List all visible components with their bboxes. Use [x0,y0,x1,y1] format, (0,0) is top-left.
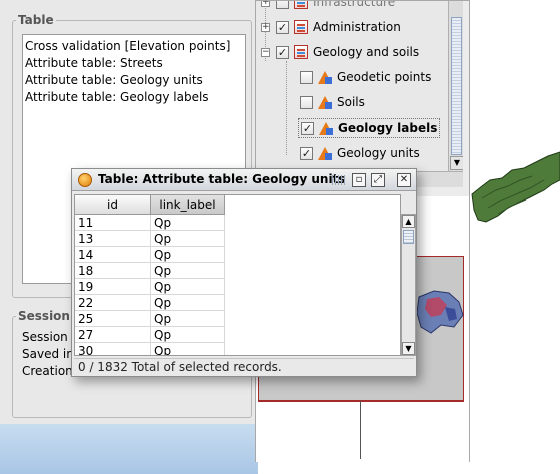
tree-item-soils[interactable]: Soils [300,91,365,113]
table-row[interactable]: 27 Qp [75,327,225,343]
expand-icon[interactable]: + [261,1,270,7]
tree-item-label: Geology labels [338,121,438,135]
cell-id[interactable]: 14 [75,247,151,263]
grid-vertical-scrollbar[interactable]: ▲ ▼ [401,214,416,356]
cell-id[interactable]: 19 [75,279,151,295]
scrollbar-thumb[interactable] [451,17,462,155]
table-row[interactable]: 25 Qp [75,311,225,327]
session-saved-label: Saved in [22,347,72,361]
cell-link-label[interactable]: Qp [151,327,225,343]
cell-link-label[interactable]: Qp [151,311,225,327]
tree-item-label: Soils [337,95,365,109]
desktop-background [0,424,258,474]
attribute-table-window[interactable]: Table: Attribute table: Geology units ▫ … [71,168,417,377]
tree-item-label: Geology and soils [313,45,420,59]
tree-connector [286,61,287,155]
table-row[interactable]: 30 Qp [75,343,225,355]
cell-link-label[interactable]: Qp [151,263,225,279]
cell-link-label[interactable]: Qp [151,295,225,311]
table-list-item[interactable]: Attribute table: Geology labels [25,89,243,106]
column-header-link-label[interactable]: link_label [151,195,225,215]
layer-checkbox[interactable]: ✓ [276,45,289,59]
drag-grip-icon[interactable] [332,175,346,185]
table-group-title: Table [16,13,56,27]
table-list-item[interactable]: Cross validation [Elevation points] [25,38,243,55]
tree-item-label: Infrastructure [313,1,396,9]
tree-item-infrastructure[interactable]: + Infrastructure [261,1,395,13]
tree-item-geology-and-soils[interactable]: − ✓ Geology and soils [261,41,419,63]
table-row[interactable]: 14 Qp [75,247,225,263]
tree-vertical-scrollbar[interactable]: ▼ [448,1,463,171]
cell-link-label[interactable]: Qp [151,247,225,263]
expand-icon[interactable]: + [261,22,270,32]
vector-layer-icon [318,146,332,160]
minimize-button[interactable]: ▫ [352,173,366,187]
scroll-down-arrow-icon[interactable]: ▼ [402,342,415,355]
cell-id[interactable]: 30 [75,343,151,355]
vector-layer-icon [318,70,332,84]
cell-id[interactable]: 25 [75,311,151,327]
cell-id[interactable]: 27 [75,327,151,343]
layer-checkbox[interactable] [276,1,289,9]
table-row[interactable]: 13 Qp [75,231,225,247]
close-button[interactable]: ✕ [397,173,411,187]
map-grid-line [258,401,464,402]
layer-group-icon [294,45,308,59]
geology-map-shape [471,151,560,223]
cell-id[interactable]: 13 [75,231,151,247]
cell-link-label[interactable]: Qp [151,279,225,295]
layer-tree: + Infrastructure + ✓ Administration − ✓ … [256,1,463,171]
selection-status: 0 / 1832 Total of selected records. [74,358,414,375]
window-title: Table: Attribute table: Geology units [98,172,346,186]
scroll-down-arrow-icon[interactable]: ▼ [450,156,463,170]
layer-checkbox[interactable]: ✓ [276,20,289,34]
scrollbar-thumb[interactable] [403,230,414,244]
cell-link-label[interactable]: Qp [151,343,225,355]
collapse-icon[interactable]: − [261,47,270,57]
table-body: id link_label 11 Qp 13 Qp 14 Qp 18 Qp 19… [74,194,416,356]
layer-group-icon [294,20,308,34]
attribute-grid[interactable]: id link_label 11 Qp 13 Qp 14 Qp 18 Qp 19… [74,194,401,356]
table-row[interactable]: 19 Qp [75,279,225,295]
cell-id[interactable]: 22 [75,295,151,311]
table-row[interactable]: 18 Qp [75,263,225,279]
table-row[interactable]: 22 Qp [75,295,225,311]
table-row[interactable]: 11 Qp [75,215,225,231]
cell-link-label[interactable]: Qp [151,231,225,247]
tree-item-label: Geodetic points [337,70,432,84]
tree-item-administration[interactable]: + ✓ Administration [261,16,401,38]
map-grid-line [360,401,361,459]
session-creation-label: Creation [22,364,72,378]
app-icon [78,173,92,187]
tree-item-geology-labels[interactable]: ✓ Geology labels [298,118,441,138]
layer-checkbox[interactable]: ✓ [301,121,314,135]
vector-layer-icon [318,95,332,109]
tree-item-geology-units[interactable]: ✓ Geology units [300,142,420,164]
layer-checkbox[interactable]: ✓ [300,146,313,160]
session-name-label: Session n [22,330,72,344]
layer-checkbox[interactable] [300,70,313,84]
cell-id[interactable]: 11 [75,215,151,231]
tree-item-label: Geology units [337,146,420,160]
tree-item-label: Administration [313,20,401,34]
cell-id[interactable]: 18 [75,263,151,279]
table-list-item[interactable]: Attribute table: Geology units [25,72,243,89]
layer-group-icon [294,1,308,9]
scroll-up-arrow-icon[interactable]: ▲ [402,215,415,228]
cell-link-label[interactable]: Qp [151,215,225,231]
layer-checkbox[interactable] [300,95,313,109]
session-group-title: Session [16,309,72,323]
tree-item-geodetic-points[interactable]: Geodetic points [300,66,431,88]
table-list-item[interactable]: Attribute table: Streets [25,55,243,72]
window-titlebar[interactable]: Table: Attribute table: Geology units ▫ … [72,169,416,191]
maximize-button[interactable]: ⤢ [371,173,385,187]
vector-layer-icon [319,121,333,135]
column-header-id[interactable]: id [75,195,151,215]
